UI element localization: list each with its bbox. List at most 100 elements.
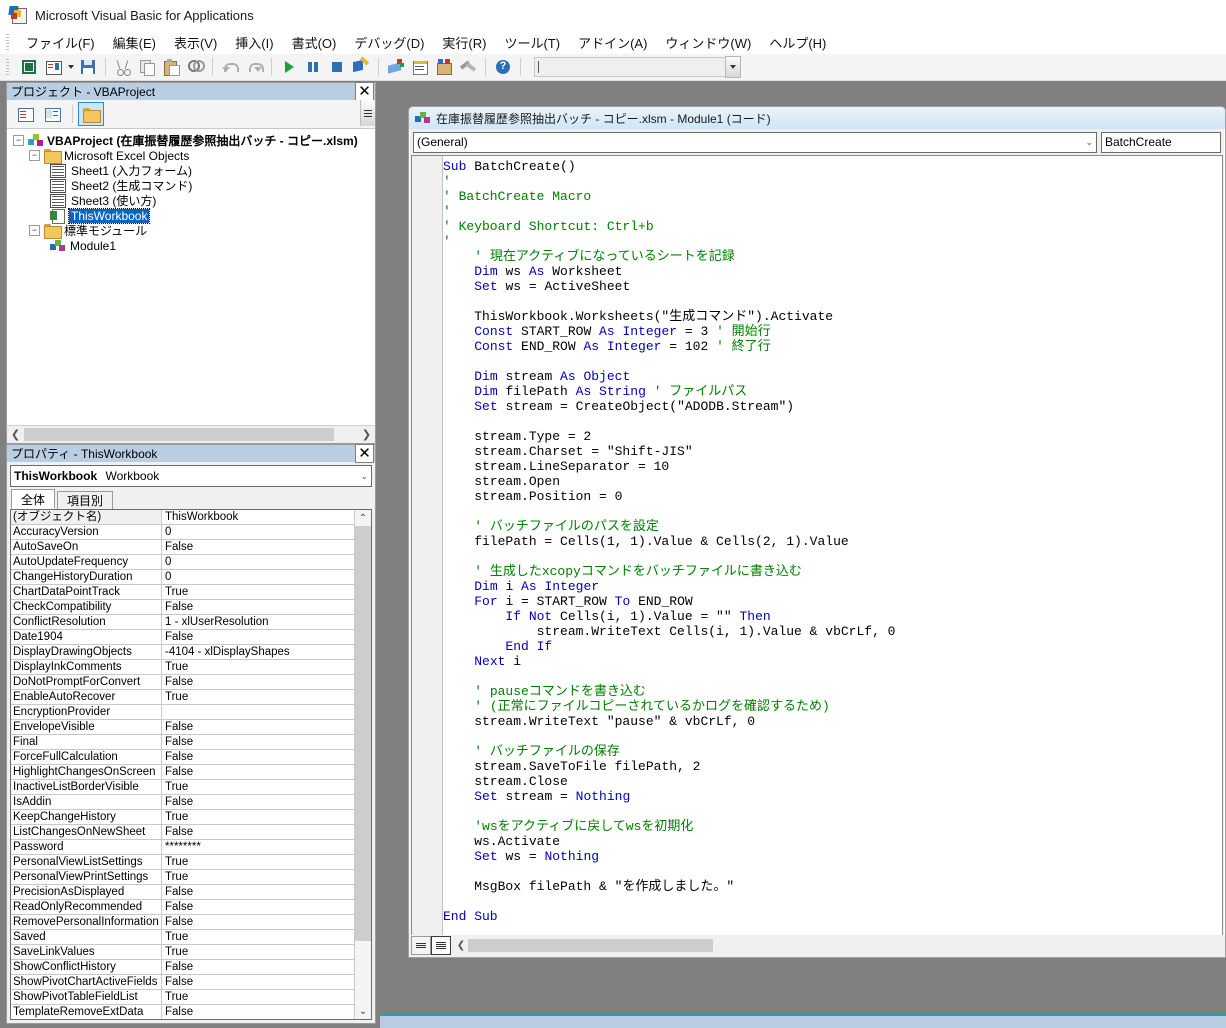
property-row[interactable]: Final False <box>11 735 354 750</box>
property-value[interactable]: False <box>162 675 354 689</box>
insert-dropdown-icon[interactable] <box>65 56 76 78</box>
project-tree[interactable]: − VBAProject (在庫振替履歴参照抽出バッチ - コピー.xlsm) … <box>7 129 375 425</box>
property-row[interactable]: ShowPivotChartActiveFields False <box>11 975 354 990</box>
property-row[interactable]: CheckCompatibility False <box>11 600 354 615</box>
property-value[interactable]: 0 <box>162 525 354 539</box>
menu-item-addins[interactable]: アドイン(A) <box>569 30 656 55</box>
scroll-down-icon[interactable]: ⌄ <box>355 1003 371 1019</box>
property-value[interactable]: 1 - xlUserResolution <box>162 615 354 629</box>
design-mode-icon[interactable] <box>350 56 372 78</box>
property-row[interactable]: InactiveListBorderVisible True <box>11 780 354 795</box>
property-value[interactable]: True <box>162 660 354 674</box>
property-row[interactable]: EnvelopeVisible False <box>11 720 354 735</box>
property-value[interactable]: True <box>162 690 354 704</box>
code-text[interactable]: Sub BatchCreate() ' ' BatchCreate Macro ' ' … <box>443 159 1222 935</box>
property-value[interactable]: False <box>162 885 354 899</box>
run-icon[interactable] <box>278 56 300 78</box>
tree-item-sheet2[interactable]: Sheet2 (生成コマンド) <box>7 178 375 193</box>
properties-vertical-scrollbar[interactable]: ⌃ ⌄ <box>354 510 371 1019</box>
scroll-track[interactable] <box>468 938 1223 952</box>
close-icon[interactable]: ✕ <box>355 82 374 101</box>
property-value[interactable]: -4104 - xlDisplayShapes <box>162 645 354 659</box>
view-code-icon[interactable] <box>13 103 37 125</box>
expander-icon[interactable]: − <box>13 135 24 146</box>
scroll-thumb[interactable] <box>355 526 371 941</box>
tree-item-module1[interactable]: Module1 <box>7 238 375 253</box>
scroll-left-icon[interactable]: ❮ <box>7 427 24 442</box>
menu-item-format[interactable]: 書式(O) <box>283 30 346 55</box>
tree-item-sheet3[interactable]: Sheet3 (使い方) <box>7 193 375 208</box>
property-value[interactable]: False <box>162 600 354 614</box>
expander-icon[interactable]: − <box>29 225 40 236</box>
object-browser-icon[interactable] <box>433 56 455 78</box>
property-value[interactable]: False <box>162 765 354 779</box>
property-value[interactable]: True <box>162 945 354 959</box>
redo-icon[interactable] <box>243 56 265 78</box>
close-icon[interactable]: ✕ <box>355 444 374 463</box>
scroll-thumb[interactable] <box>24 428 334 441</box>
toolbar-combo-dropdown-icon[interactable] <box>725 56 741 78</box>
scroll-left-icon[interactable]: ❮ <box>454 940 468 951</box>
cut-icon[interactable] <box>112 56 134 78</box>
property-value[interactable]: False <box>162 900 354 914</box>
toolbar-combo-input[interactable] <box>534 57 726 77</box>
property-row[interactable]: (オブジェクト名) ThisWorkbook <box>11 510 354 525</box>
property-row[interactable]: ChartDataPointTrack True <box>11 585 354 600</box>
property-value[interactable]: True <box>162 855 354 869</box>
project-explorer-icon[interactable] <box>385 56 407 78</box>
property-row[interactable]: HighlightChangesOnScreen False <box>11 765 354 780</box>
property-row[interactable]: ForceFullCalculation False <box>11 750 354 765</box>
tab-alphabetic[interactable]: 全体 <box>11 489 56 509</box>
scroll-right-icon[interactable]: ❯ <box>358 427 375 442</box>
menu-item-tools[interactable]: ツール(T) <box>495 30 569 55</box>
tree-item-thisworkbook[interactable]: ThisWorkbook <box>7 207 375 224</box>
code-editor-body[interactable]: Sub BatchCreate() ' ' BatchCreate Macro ' ' … <box>411 155 1223 935</box>
procedure-view-button[interactable] <box>411 935 431 955</box>
menu-item-edit[interactable]: 編集(E) <box>104 30 165 55</box>
scroll-track[interactable] <box>24 428 358 441</box>
undo-icon[interactable] <box>219 56 241 78</box>
toolbar-overflow-icon[interactable] <box>360 100 375 126</box>
property-row[interactable]: DoNotPromptForConvert False <box>11 675 354 690</box>
property-row[interactable]: Password ******** <box>11 840 354 855</box>
menu-item-insert[interactable]: 挿入(I) <box>226 30 282 55</box>
property-value[interactable]: False <box>162 975 354 989</box>
properties-object-combo[interactable]: ThisWorkbook Workbook ⌄ <box>10 465 372 487</box>
break-icon[interactable] <box>302 56 324 78</box>
expander-icon[interactable]: − <box>29 150 40 161</box>
property-row[interactable]: ChangeHistoryDuration 0 <box>11 570 354 585</box>
scroll-track[interactable] <box>355 526 371 1003</box>
insert-userform-icon[interactable] <box>42 56 64 78</box>
property-row[interactable]: ShowPivotTableFieldList True <box>11 990 354 1005</box>
property-value[interactable]: False <box>162 915 354 929</box>
property-row[interactable]: PersonalViewListSettings True <box>11 855 354 870</box>
view-excel-icon[interactable] <box>18 56 40 78</box>
property-value[interactable]: 0 <box>162 555 354 569</box>
project-tree-horizontal-scrollbar[interactable]: ❮ ❯ <box>7 425 375 443</box>
toolbox-icon[interactable] <box>457 56 479 78</box>
properties-grid[interactable]: (オブジェクト名) ThisWorkbook AccuracyVersion 0 Aut… <box>10 509 372 1020</box>
property-value[interactable]: ******** <box>162 840 354 854</box>
property-row[interactable]: Date1904 False <box>11 630 354 645</box>
properties-window-icon[interactable] <box>409 56 431 78</box>
property-row[interactable]: RemovePersonalInformation False <box>11 915 354 930</box>
chevron-down-icon[interactable]: ⌄ <box>360 471 368 482</box>
property-row[interactable]: AccuracyVersion 0 <box>11 525 354 540</box>
property-value[interactable]: False <box>162 735 354 749</box>
property-value[interactable]: False <box>162 1005 354 1019</box>
property-value[interactable]: True <box>162 990 354 1004</box>
scroll-thumb[interactable] <box>468 938 713 952</box>
menu-item-file[interactable]: ファイル(F) <box>17 30 104 55</box>
find-icon[interactable] <box>184 56 206 78</box>
property-row[interactable]: PrecisionAsDisplayed False <box>11 885 354 900</box>
code-margin-indicator-bar[interactable] <box>412 156 443 935</box>
property-row[interactable]: ReadOnlyRecommended False <box>11 900 354 915</box>
property-value[interactable]: True <box>162 780 354 794</box>
property-value[interactable]: True <box>162 585 354 599</box>
property-row[interactable]: Saved True <box>11 930 354 945</box>
property-row[interactable]: IsAddin False <box>11 795 354 810</box>
property-value[interactable]: True <box>162 810 354 824</box>
tree-item-sheet1[interactable]: Sheet1 (入力フォーム) <box>7 163 375 178</box>
property-row[interactable]: DisplayInkComments True <box>11 660 354 675</box>
toggle-folders-icon[interactable] <box>78 102 104 126</box>
